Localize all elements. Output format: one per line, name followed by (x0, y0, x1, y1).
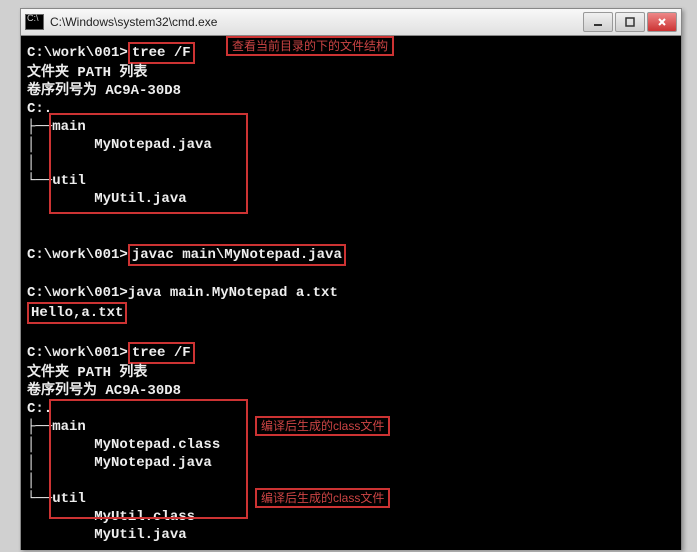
prompt-line: C:\work\001>java main.MyNotepad a.txt (27, 284, 675, 302)
output-hello: Hello,a.txt (27, 302, 127, 324)
path-listing-label: 文件夹 PATH 列表 (27, 64, 675, 82)
cmd-javac: javac main\MyNotepad.java (128, 244, 346, 266)
tree2-util-file2: MyUtil.java (27, 526, 675, 544)
window-title: C:\Windows\system32\cmd.exe (50, 15, 583, 29)
path-listing-label: 文件夹 PATH 列表 (27, 364, 675, 382)
close-button[interactable] (647, 12, 677, 32)
serial-line: 卷序列号为 AC9A-30D8 (27, 382, 675, 400)
prompt-line: C:\work\001>javac main\MyNotepad.java (27, 244, 675, 266)
terminal-body[interactable]: C:\work\001>tree /F 文件夹 PATH 列表 卷序列号为 AC… (21, 36, 681, 550)
cmd-tree-1: tree /F (128, 42, 195, 64)
maximize-button[interactable] (615, 12, 645, 32)
window-controls (583, 12, 677, 32)
annotation-tree-desc: 查看当前目录的下的文件结构 (226, 36, 394, 56)
minimize-button[interactable] (583, 12, 613, 32)
cmd-tree-2: tree /F (128, 342, 195, 364)
prompt-line: C:\work\001>tree /F (27, 342, 675, 364)
tree2-box (49, 399, 248, 519)
prompt: C:\work\001> (27, 285, 128, 301)
cmd-java: java main.MyNotepad a.txt (128, 285, 338, 301)
cmd-icon: C:\ (25, 14, 44, 30)
prompt: C:\work\001> (27, 345, 128, 361)
prompt: C:\work\001> (27, 45, 128, 61)
annotation-class-2: 编译后生成的class文件 (255, 488, 390, 508)
annotation-class-1: 编译后生成的class文件 (255, 416, 390, 436)
cmd-window: C:\ C:\Windows\system32\cmd.exe C:\work\… (20, 8, 682, 550)
prompt: C:\work\001> (27, 247, 128, 263)
serial-line: 卷序列号为 AC9A-30D8 (27, 82, 675, 100)
titlebar[interactable]: C:\ C:\Windows\system32\cmd.exe (21, 9, 681, 36)
tree1-box (49, 113, 248, 214)
